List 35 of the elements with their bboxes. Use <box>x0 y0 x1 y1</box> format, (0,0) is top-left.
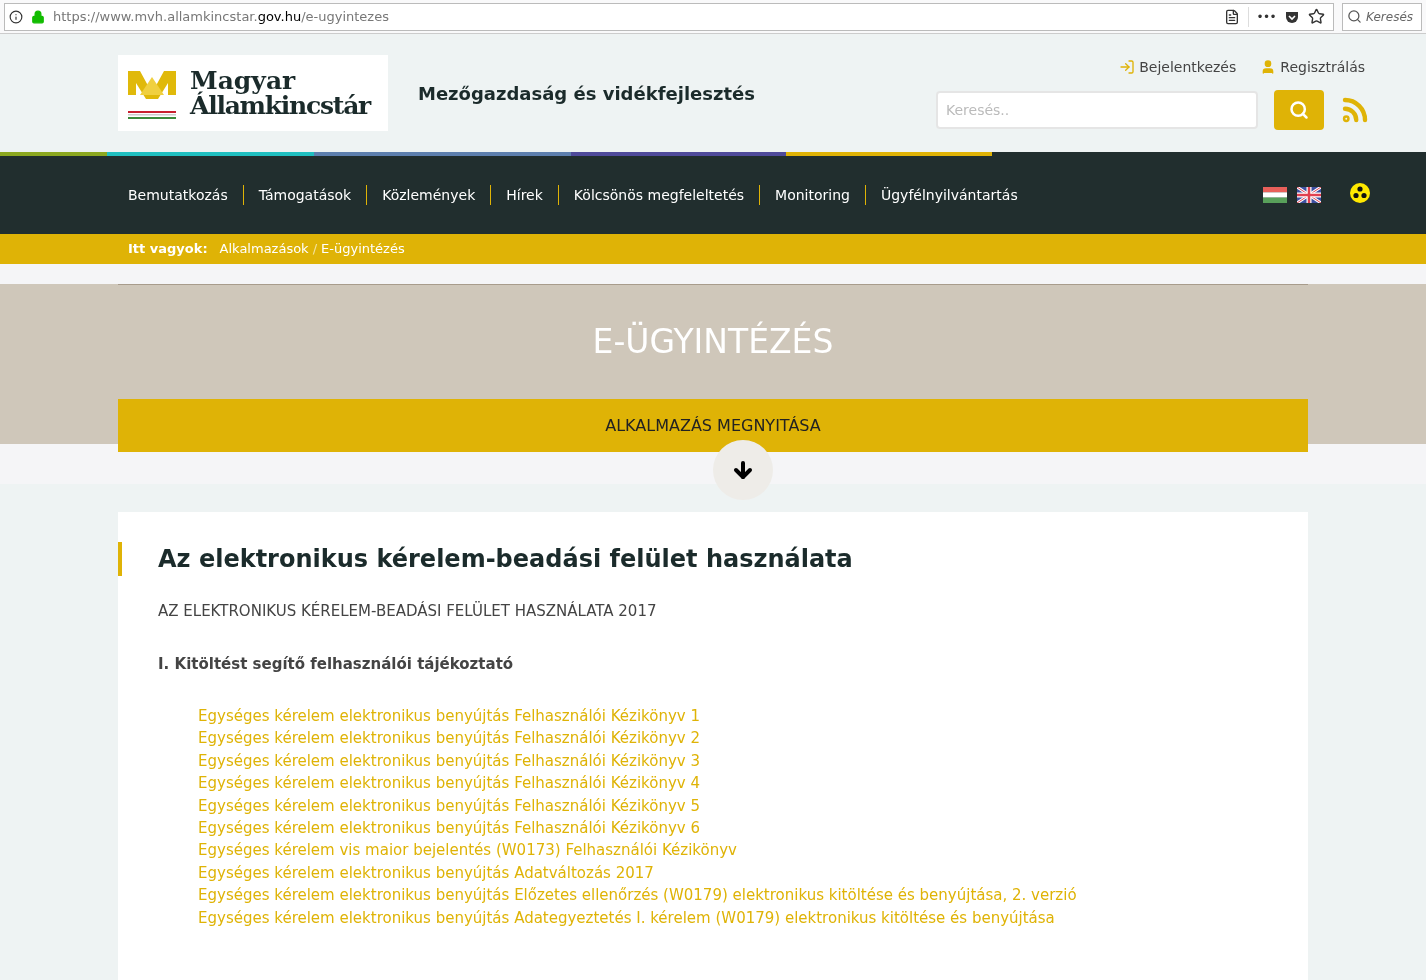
british-flag-icon[interactable] <box>1297 187 1321 203</box>
nav-link[interactable]: Kölcsönös megfeleltetés <box>558 184 760 206</box>
logo-text: Magyar <box>190 68 296 93</box>
site-tagline: Mezőgazdaság és vidékfejlesztés <box>418 81 755 106</box>
page-title: E-ÜGYINTÉZÉS <box>592 320 834 364</box>
arrow-down-icon <box>731 458 755 482</box>
breadcrumb-label: Itt vagyok: <box>128 240 208 259</box>
accessibility-icon[interactable] <box>1350 183 1370 203</box>
nav-link[interactable]: Monitoring <box>760 184 865 206</box>
register-link[interactable]: Regisztrálás <box>1260 56 1365 78</box>
search-field[interactable]: Keresés.. <box>936 90 1258 129</box>
search-icon <box>1347 9 1362 24</box>
nav-link[interactable]: Bemutatkozás <box>113 184 243 206</box>
nav-link[interactable]: Támogatások <box>243 184 367 206</box>
nav-link[interactable]: Hírek <box>491 184 558 206</box>
nav-link[interactable]: Közlemények <box>367 184 491 206</box>
logo-background[interactable]: Magyar Államkincstár <box>118 55 388 131</box>
nav-link[interactable]: Ügyfélnyilvántartás <box>865 184 1033 206</box>
breadcrumb-separator: / <box>312 240 318 259</box>
open-application-button[interactable]: ALKALMAZÁS MEGNYITÁSA <box>118 399 1308 452</box>
article-heading: Az elektronikus kérelem-beadási felület használata <box>118 542 1308 576</box>
page-actions-menu[interactable]: ••• <box>1256 7 1276 26</box>
info-icon[interactable] <box>9 9 23 24</box>
lock-icon <box>31 9 45 24</box>
search-icon <box>1289 99 1309 120</box>
url-field[interactable]: https://www.mvh.allamkincstar.gov.hu/e-ugyintezes <box>53 6 389 27</box>
reader-view-icon[interactable] <box>1223 8 1240 25</box>
article-subtitle: AZ ELEKTRONIKUS KÉRELEM-BEADÁSI FELÜLET HASZNÁLATA 2017 <box>157 600 658 622</box>
browser-search-field[interactable]: Keresés <box>1342 2 1422 31</box>
login-icon <box>1119 59 1136 75</box>
bookmark-star-icon[interactable] <box>1308 8 1325 25</box>
login-link[interactable]: Bejelentkezés <box>1119 56 1237 78</box>
section-heading: I. Kitöltést segítő felhasználói tájékoztató <box>157 653 515 675</box>
logo-text: Államkincstár <box>190 93 370 118</box>
hungarian-flag-icon[interactable] <box>1263 187 1287 203</box>
